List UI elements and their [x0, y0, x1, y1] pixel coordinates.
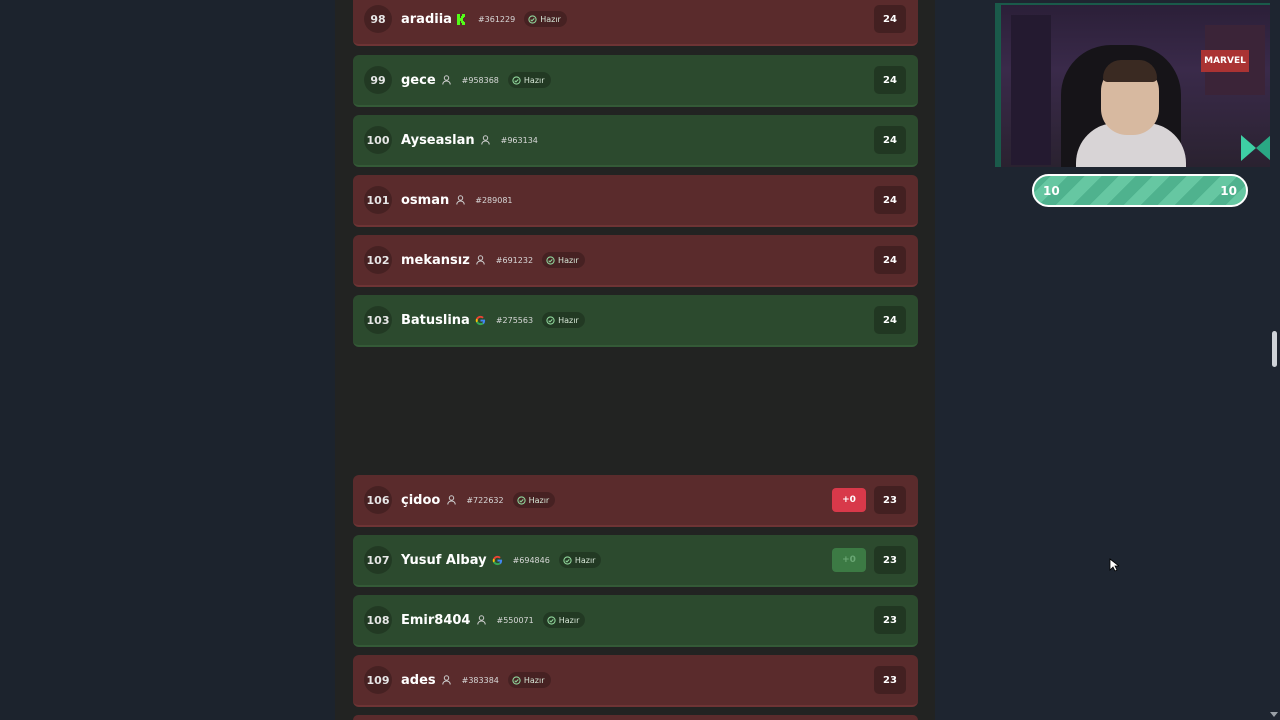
score-badge: 24 — [874, 246, 906, 274]
scrollbar-thumb[interactable] — [1272, 331, 1277, 367]
table-row[interactable]: 98 aradiia #361229 Hazır 24 — [353, 0, 918, 46]
progress-bar: 10 10 — [1032, 174, 1248, 207]
user-id: #550071 — [496, 615, 534, 625]
table-row[interactable]: 100 Ayseaslan #963134 24 — [353, 115, 918, 167]
check-circle-icon — [563, 555, 572, 565]
streamer-logo-icon — [1241, 135, 1271, 161]
player-name: çidoo — [401, 492, 441, 508]
progress-left-value: 10 — [1043, 183, 1060, 198]
rank-badge: 106 — [364, 486, 392, 514]
score-badge: 24 — [874, 66, 906, 94]
player-name: gece — [401, 72, 436, 88]
table-row[interactable]: 102 mekansız #691232 Hazır 24 — [353, 235, 918, 287]
check-circle-icon — [528, 14, 537, 24]
status-badge: Hazır — [524, 11, 567, 27]
status-badge: Hazır — [542, 612, 586, 628]
status-badge: Hazır — [507, 672, 551, 688]
score-badge: 23 — [874, 606, 906, 634]
user-id: #275563 — [495, 315, 534, 325]
score-badge: 23 — [874, 486, 906, 514]
table-row[interactable]: 106 çidoo #722632 Hazır +0 23 — [353, 475, 918, 527]
webcam-overlay: MARVEL — [995, 3, 1275, 167]
player-name: osman — [401, 192, 450, 208]
table-row[interactable]: 99 gece #958368 Hazır 24 — [353, 55, 918, 107]
rank-badge: 109 — [364, 666, 392, 694]
user-icon — [454, 194, 466, 206]
status-badge: Hazır — [542, 312, 585, 328]
background-left — [0, 0, 335, 720]
score-delta-badge: +0 — [832, 548, 866, 572]
rank-badge: 101 — [364, 186, 392, 214]
status-badge: Hazır — [558, 552, 602, 568]
webcam-hair — [1103, 60, 1157, 82]
table-row[interactable]: 108 Emir8404 #550071 Hazır 23 — [353, 595, 918, 647]
user-icon — [480, 134, 492, 146]
score-badge: 24 — [874, 186, 906, 214]
rank-badge: 100 — [364, 126, 392, 154]
rank-badge: 99 — [364, 66, 392, 94]
table-row[interactable]: 107 Yusuf Albay #694846 Hazır +0 23 — [353, 535, 918, 587]
rank-badge: 103 — [364, 306, 392, 334]
rank-badge: 108 — [364, 606, 392, 634]
score-badge: 24 — [874, 126, 906, 154]
status-badge: Hazır — [507, 72, 551, 88]
table-row[interactable]: 109 ades #383384 Hazır 23 — [353, 655, 918, 707]
score-badge: 24 — [874, 5, 906, 33]
rank-badge: 107 — [364, 546, 392, 574]
table-row[interactable]: 103 Batuslina #275563 Hazır 24 — [353, 295, 918, 347]
google-icon — [475, 314, 487, 326]
player-name: mekansız — [401, 252, 470, 268]
player-name: ades — [401, 672, 436, 688]
player-name: aradiia — [401, 11, 452, 27]
user-id: #694846 — [512, 555, 550, 565]
kick-icon — [457, 13, 469, 25]
user-icon — [441, 674, 453, 686]
rank-badge: 102 — [364, 246, 392, 274]
check-circle-icon — [512, 75, 521, 85]
player-name: Emir8404 — [401, 612, 471, 628]
user-icon — [475, 254, 487, 266]
player-name: Yusuf Albay — [401, 552, 487, 568]
user-id: #963134 — [500, 135, 538, 145]
score-badge: 23 — [874, 666, 906, 694]
score-delta-badge: +0 — [832, 488, 866, 512]
mouse-cursor-icon — [1109, 558, 1119, 572]
score-badge: 23 — [874, 546, 906, 574]
check-circle-icon — [512, 675, 521, 685]
webcam-poster: MARVEL — [1201, 50, 1249, 72]
status-badge: Hazır — [512, 492, 556, 508]
user-id: #958368 — [461, 75, 499, 85]
score-badge: 24 — [874, 306, 906, 334]
status-badge: Hazır — [542, 252, 585, 268]
google-icon — [492, 554, 504, 566]
webcam-shelf — [1011, 15, 1051, 165]
player-name: Ayseaslan — [401, 132, 475, 148]
player-name: Batuslina — [401, 312, 470, 328]
user-icon — [441, 74, 453, 86]
user-id: #691232 — [495, 255, 534, 265]
check-circle-icon — [546, 255, 555, 265]
user-id: #361229 — [477, 14, 516, 24]
user-icon — [475, 614, 487, 626]
progress-right-value: 10 — [1220, 183, 1237, 198]
table-row[interactable]: 101 osman #289081 24 — [353, 175, 918, 227]
scrollbar[interactable] — [1270, 0, 1280, 720]
user-icon — [445, 494, 457, 506]
scroll-down-arrow-icon[interactable] — [1270, 712, 1278, 717]
rank-badge: 98 — [364, 5, 392, 33]
user-id: #722632 — [466, 495, 504, 505]
check-circle-icon — [547, 615, 556, 625]
table-row[interactable] — [353, 715, 918, 720]
user-id: #289081 — [475, 195, 513, 205]
user-id: #383384 — [461, 675, 499, 685]
check-circle-icon — [516, 495, 526, 505]
check-circle-icon — [546, 315, 555, 325]
